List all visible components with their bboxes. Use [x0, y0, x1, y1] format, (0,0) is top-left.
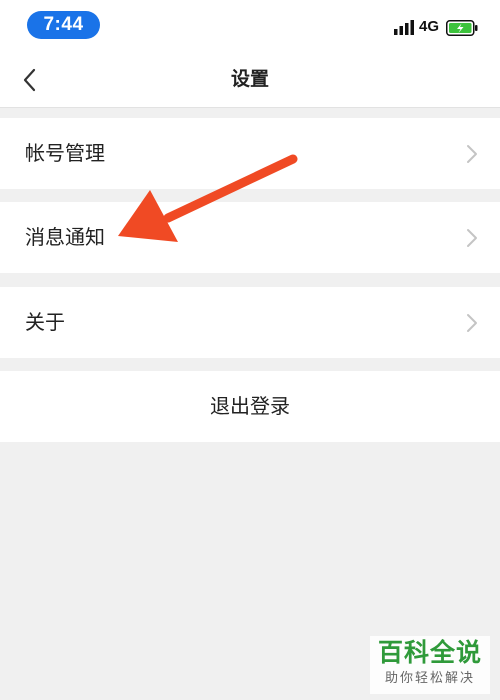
signal-icon [394, 20, 414, 35]
settings-item-label: 帐号管理 [25, 141, 105, 165]
settings-item-label: 消息通知 [25, 225, 105, 249]
settings-item-notifications[interactable]: 消息通知 [0, 202, 500, 273]
settings-item-label: 关于 [25, 310, 65, 334]
network-type: 4G [419, 18, 440, 35]
settings-item-account[interactable]: 帐号管理 [0, 118, 500, 189]
watermark-title: 百科全说 [377, 638, 482, 667]
watermark-subtitle: 助你轻松解决 [384, 671, 475, 686]
status-time: 7:44 [27, 11, 100, 39]
settings-item-about[interactable]: 关于 [0, 287, 500, 358]
chevron-right-icon [467, 314, 477, 332]
nav-bar: 设置 [0, 52, 500, 108]
page-title: 设置 [230, 68, 269, 90]
chevron-right-icon [467, 145, 477, 163]
status-bar: 7:44 4G [0, 0, 500, 52]
logout-button[interactable]: 退出登录 [0, 371, 500, 442]
watermark-logo: 百科全说 助你轻松解决 [370, 636, 490, 694]
chevron-left-icon[interactable] [20, 68, 40, 92]
battery-charging-icon [446, 20, 478, 36]
chevron-right-icon [467, 229, 477, 247]
logout-label: 退出登录 [210, 394, 290, 418]
